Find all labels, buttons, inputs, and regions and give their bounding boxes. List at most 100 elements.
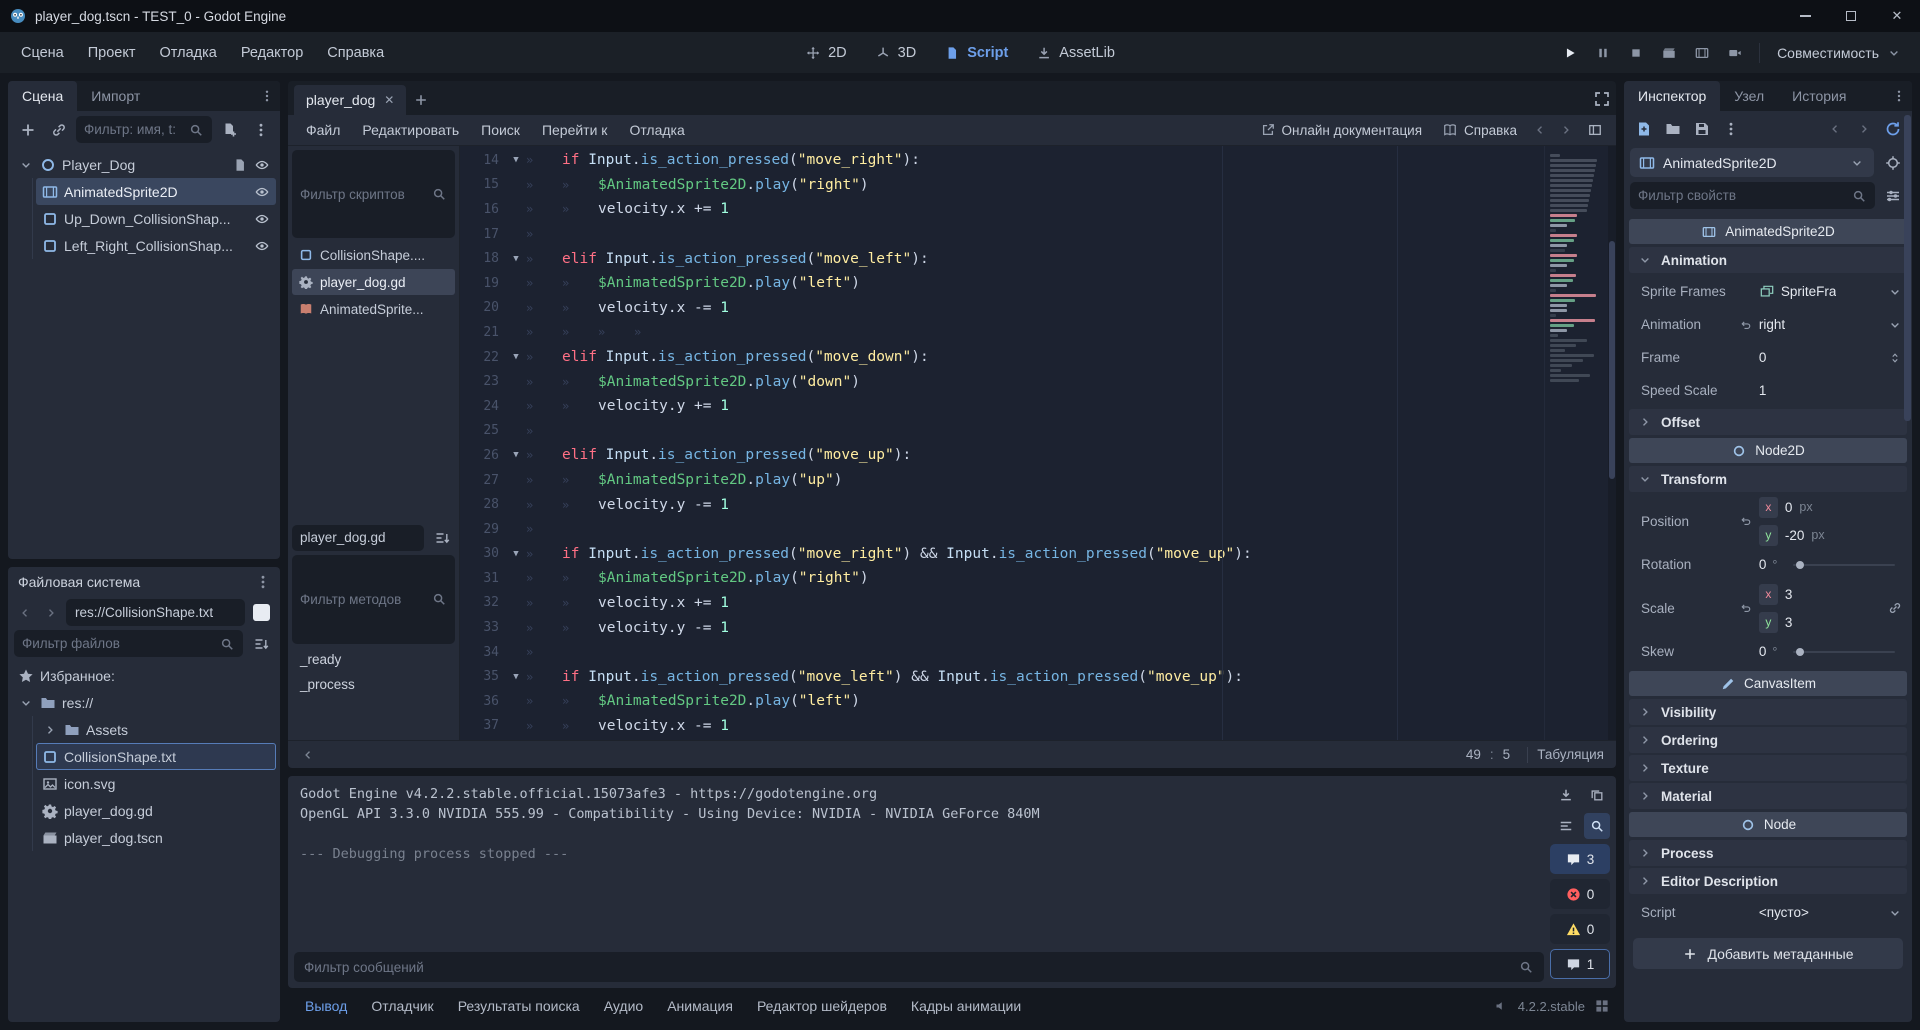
file-player_dog-gd[interactable]: player_dog.gd: [36, 797, 276, 824]
revert-icon[interactable]: [1738, 600, 1754, 616]
file-filter-input[interactable]: [22, 636, 213, 651]
output-toggle-messages[interactable]: 3: [1550, 844, 1610, 874]
code-line-25[interactable]: 25»: [460, 419, 1616, 444]
scrollbar-thumb[interactable]: [1904, 115, 1911, 421]
ctx-3d[interactable]: 3D: [865, 40, 927, 66]
eye-icon[interactable]: [254, 238, 270, 254]
minimize-button[interactable]: [1782, 0, 1828, 32]
play-custom-scene-button[interactable]: [1687, 38, 1717, 68]
chevD-icon[interactable]: [18, 695, 34, 711]
inspector-scrollbar[interactable]: [1904, 115, 1911, 1016]
inspector-category-ordering[interactable]: Ordering: [1629, 727, 1907, 753]
editor-back-button[interactable]: [1529, 119, 1551, 141]
open-script-player_dog-gd[interactable]: player_dog.gd: [292, 269, 455, 295]
toggle-split-mode-button[interactable]: [253, 604, 270, 621]
bottom-tab-item[interactable]: Кадры анимации: [900, 993, 1032, 1019]
ctx-script[interactable]: Script: [934, 40, 1018, 66]
scene-node-animatedsprite2d[interactable]: AnimatedSprite2D: [36, 178, 276, 205]
attach-script-button[interactable]: [216, 116, 243, 143]
scene-node-up_down_collisionshap[interactable]: Up_Down_CollisionShap...: [36, 205, 276, 232]
bottom-tab-item[interactable]: Редактор шейдеров: [746, 993, 898, 1019]
ctx-assetlib[interactable]: AssetLib: [1026, 40, 1125, 66]
pause-button[interactable]: [1588, 38, 1618, 68]
vector-row-x[interactable]: x0px: [1759, 495, 1903, 519]
add-metadata-button[interactable]: Добавить метаданные: [1633, 938, 1903, 969]
menu-item[interactable]: Сцена: [10, 39, 75, 67]
file-sort-button[interactable]: [247, 630, 274, 657]
output-filter-input[interactable]: [304, 960, 1512, 975]
breadcrumb[interactable]: res://CollisionShape.txt: [66, 599, 245, 626]
script-menu-item[interactable]: Поиск: [471, 117, 530, 143]
file-icon-svg[interactable]: icon.svg: [36, 770, 276, 797]
new-tab-button[interactable]: [406, 85, 436, 115]
method-_ready[interactable]: _ready: [292, 648, 455, 672]
new-resource-button[interactable]: [1630, 115, 1657, 142]
scene-tab-item[interactable]: Сцена: [8, 81, 77, 111]
close-tab-icon[interactable]: ✕: [384, 93, 394, 107]
close-button[interactable]: ✕: [1874, 0, 1920, 32]
ctx-2d[interactable]: 2D: [795, 40, 857, 66]
code-line-37[interactable]: 37»»velocity.x -= 1: [460, 714, 1616, 739]
code-line-33[interactable]: 33»»velocity.y -= 1: [460, 615, 1616, 640]
open-docs-button[interactable]: [1879, 115, 1906, 142]
inspector-category-offset[interactable]: Offset: [1629, 409, 1907, 435]
code-line-24[interactable]: 24»»velocity.y += 1: [460, 394, 1616, 419]
eye-icon[interactable]: [254, 211, 270, 227]
inspector-category-texture[interactable]: Texture: [1629, 755, 1907, 781]
bottom-tab-item[interactable]: Результаты поиска: [447, 993, 591, 1019]
script-menu-item[interactable]: Отладка: [619, 117, 694, 143]
code-line-19[interactable]: 19»»$AnimatedSprite2D.play("left"): [460, 271, 1616, 296]
inspector-category-animation[interactable]: Animation: [1629, 247, 1907, 273]
open-script-collisionshape[interactable]: CollisionShape....: [292, 242, 455, 268]
code-editor[interactable]: 14▼»if Input.is_action_pressed("move_rig…: [460, 146, 1616, 740]
code-line-36[interactable]: 36»»$AnimatedSprite2D.play("left"): [460, 689, 1616, 714]
fold-toggle[interactable]: ▼: [506, 450, 526, 460]
code-line-27[interactable]: 27»»$AnimatedSprite2D.play("up"): [460, 468, 1616, 493]
file-assets[interactable]: Assets: [36, 716, 276, 743]
code-line-22[interactable]: 22▼»elif Input.is_action_pressed("move_d…: [460, 345, 1616, 370]
scene-tree-menu-button[interactable]: [247, 116, 274, 143]
code-line-34[interactable]: 34»: [460, 640, 1616, 665]
load-resource-button[interactable]: [1659, 115, 1686, 142]
collapse-duplicates-button[interactable]: [1553, 813, 1579, 839]
scene-filter-input[interactable]: [84, 122, 182, 137]
code-line-29[interactable]: 29»: [460, 517, 1616, 542]
code-line-30[interactable]: 30▼»if Input.is_action_pressed("move_rig…: [460, 542, 1616, 567]
maximize-button[interactable]: [1828, 0, 1874, 32]
save-log-button[interactable]: [1553, 782, 1579, 808]
scroll-left-icon[interactable]: [300, 747, 316, 763]
chevD-icon[interactable]: [18, 157, 34, 173]
indent-type[interactable]: Табуляция: [1537, 747, 1604, 762]
script-menu-item[interactable]: Файл: [296, 117, 350, 143]
search-log-button[interactable]: [1584, 813, 1610, 839]
scripts-filter-input[interactable]: [300, 187, 425, 202]
menu-item[interactable]: Редактор: [230, 39, 314, 67]
inspector-category-transform[interactable]: Transform: [1629, 466, 1907, 492]
revert-icon[interactable]: [1738, 317, 1754, 333]
eye-icon[interactable]: [254, 157, 270, 173]
code-line-21[interactable]: 21»»»»: [460, 320, 1616, 345]
code-scrollbar[interactable]: [1608, 146, 1616, 740]
fold-toggle[interactable]: ▼: [506, 155, 526, 165]
nav-back-button[interactable]: [14, 602, 36, 624]
code-line-23[interactable]: 23»»$AnimatedSprite2D.play("down"): [460, 369, 1616, 394]
file-player_dog-tscn[interactable]: player_dog.tscn: [36, 824, 276, 851]
method-sort-button[interactable]: [428, 524, 455, 551]
distraction-free-button[interactable]: [1594, 91, 1610, 110]
vector-row-x[interactable]: x3: [1759, 582, 1879, 606]
save-resource-button[interactable]: [1688, 115, 1715, 142]
code-line-16[interactable]: 16»»velocity.x += 1: [460, 197, 1616, 222]
code-line-26[interactable]: 26▼»elif Input.is_action_pressed("move_u…: [460, 443, 1616, 468]
history-forward-button[interactable]: [1850, 115, 1877, 142]
slider-track[interactable]: [1793, 564, 1895, 566]
resource-extra-button[interactable]: [1717, 115, 1744, 142]
chevR-icon[interactable]: [42, 722, 58, 738]
open-script-animatedsprite[interactable]: AnimatedSprite...: [292, 296, 455, 322]
filesystem-menu-button[interactable]: [250, 574, 276, 590]
bottom-tab-item[interactable]: Анимация: [656, 993, 744, 1019]
editor-forward-button[interactable]: [1555, 119, 1577, 141]
copy-log-button[interactable]: [1584, 782, 1610, 808]
output-toggle-errors[interactable]: 0: [1550, 879, 1610, 909]
fold-toggle[interactable]: ▼: [506, 672, 526, 682]
method-_process[interactable]: _process: [292, 673, 455, 697]
